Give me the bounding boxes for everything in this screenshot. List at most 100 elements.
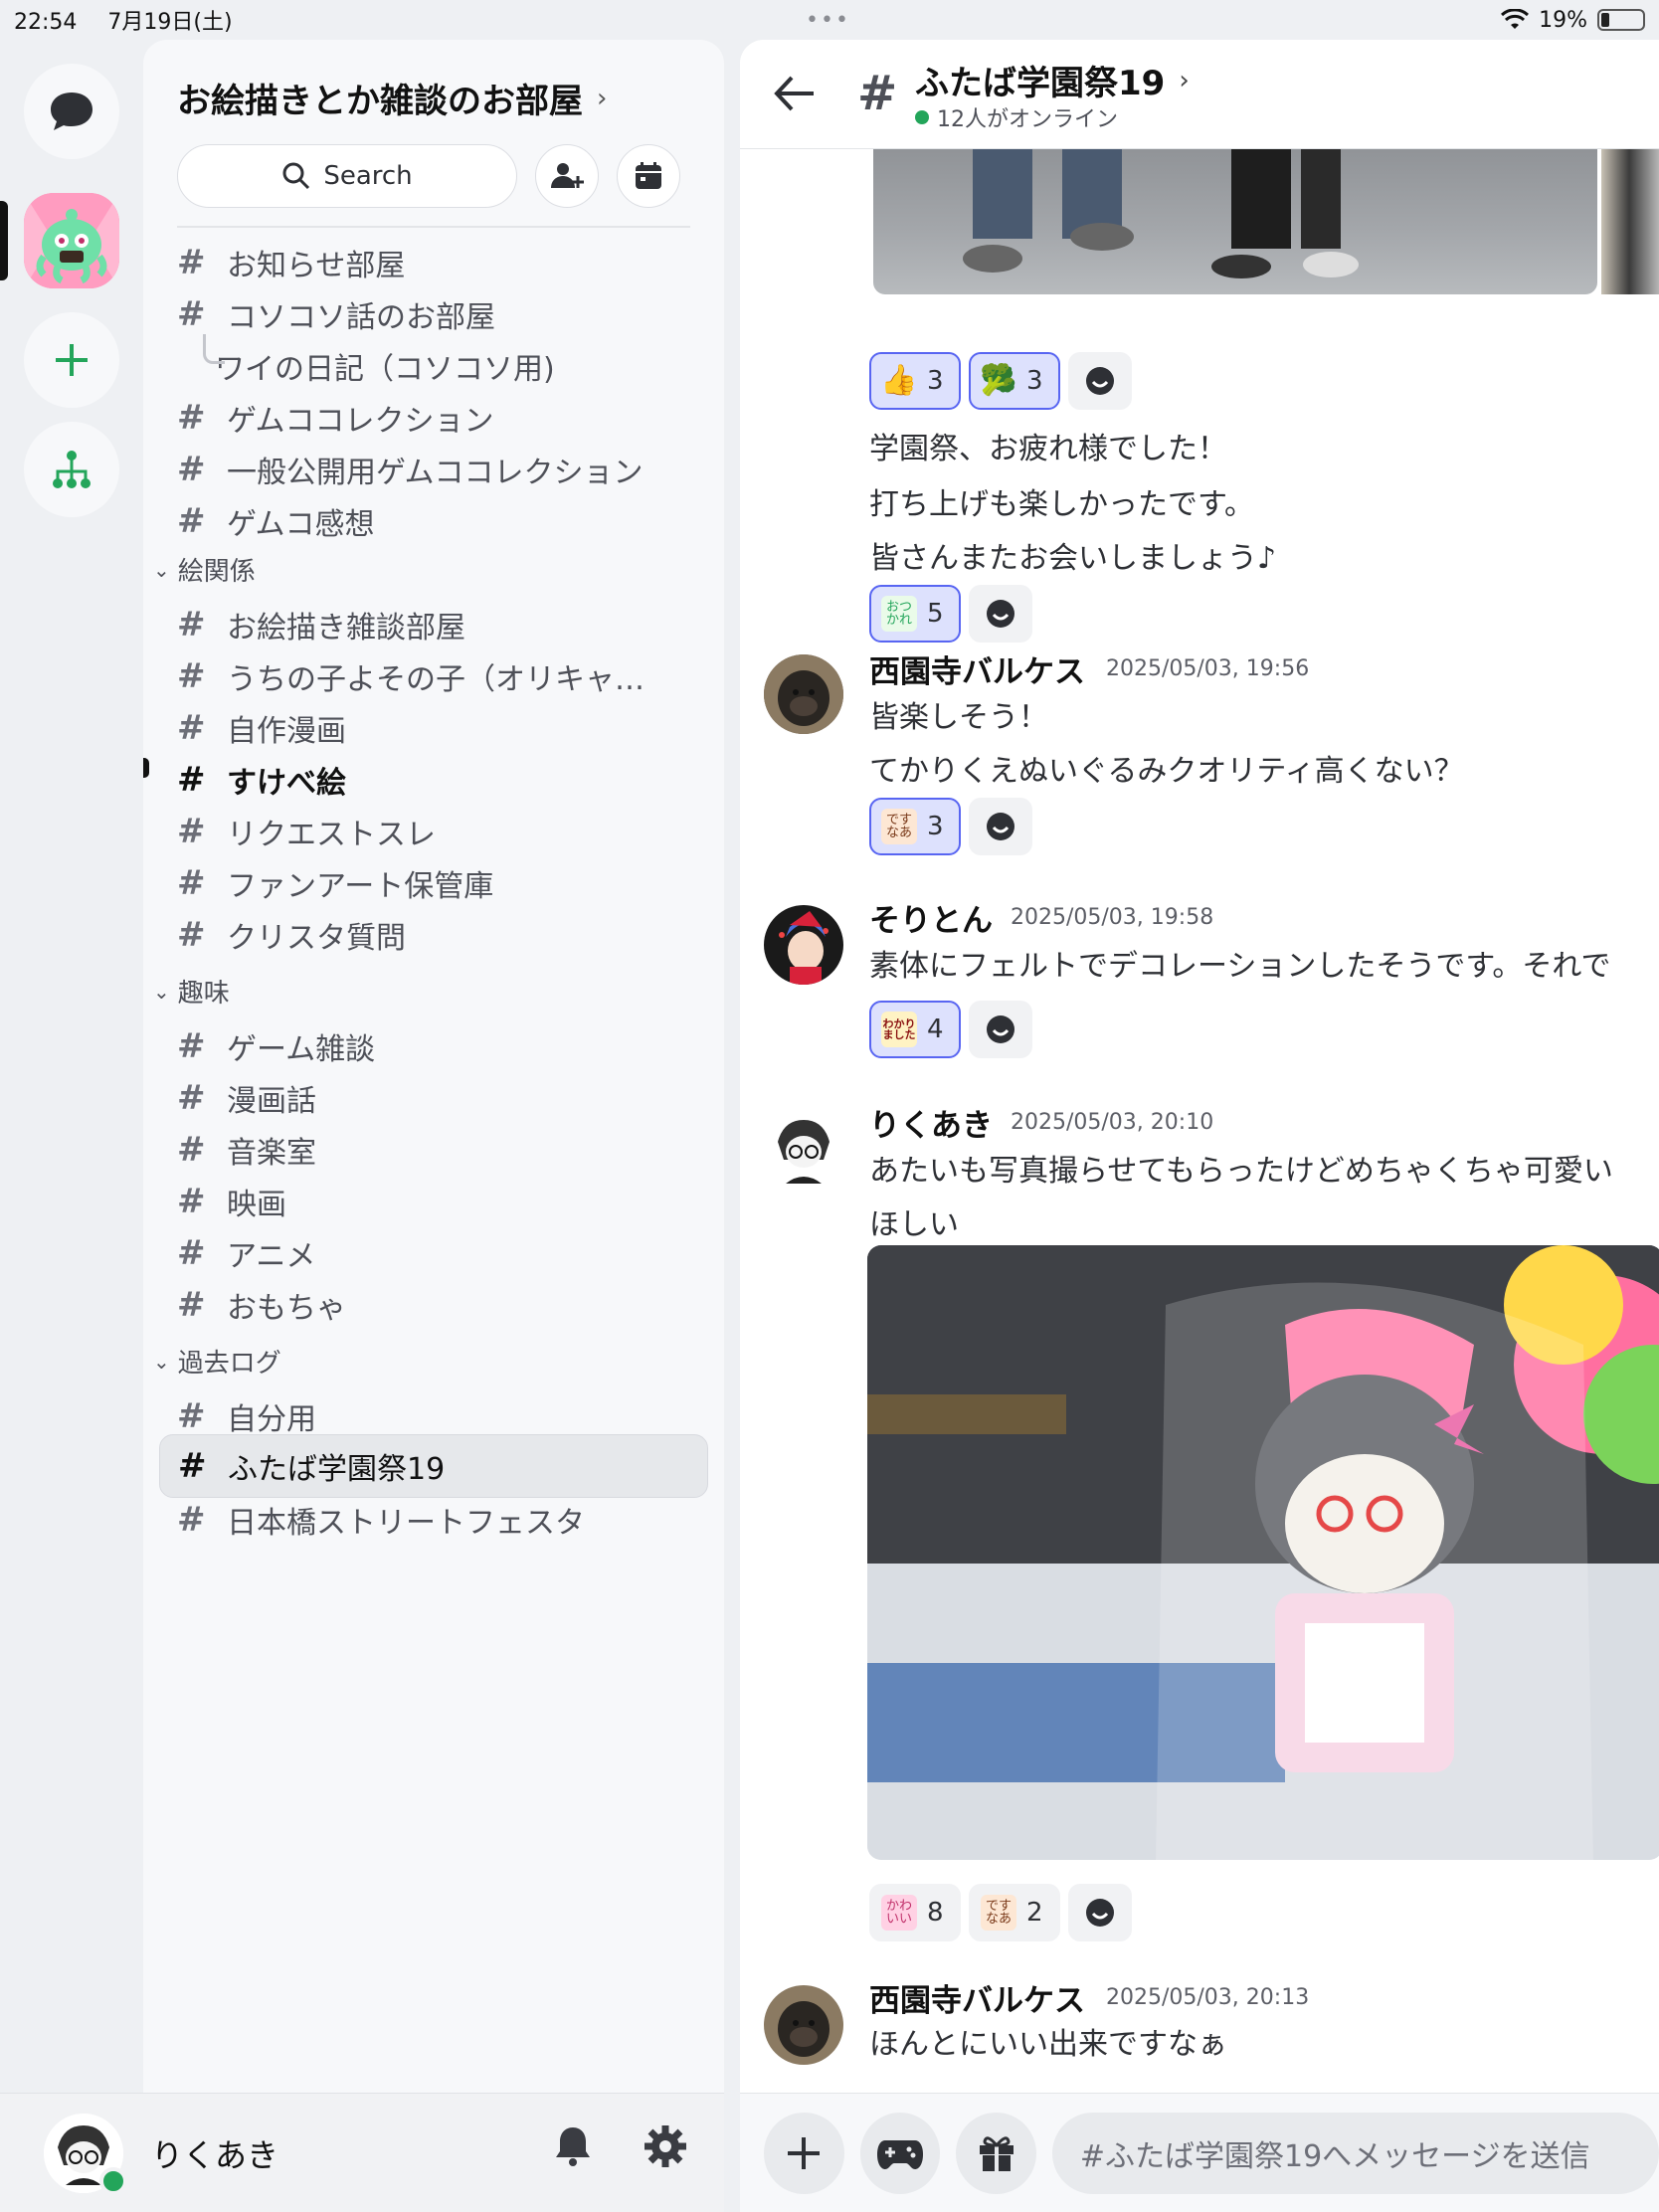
gear-icon[interactable] [643,2123,688,2169]
online-label: 12人がオンライン [937,107,1118,132]
message-text: 打ち上げも楽しかったです。 [869,487,1254,522]
channel-name: お絵描き雑談部屋 [227,611,465,645]
add-reaction-button[interactable] [969,798,1032,855]
direct-messages-button[interactable] [24,64,119,159]
attachment-image-2[interactable] [1601,149,1659,294]
battery-fill [1601,13,1609,27]
hash-lock-icon: # [177,760,206,800]
message-author[interactable]: りくあき [869,1100,993,1145]
avatar[interactable] [764,1108,843,1188]
avatar[interactable] [764,1985,843,2065]
events-button[interactable] [617,144,680,208]
channel-item[interactable]: # 日本橋ストリートフェスタ [159,1488,708,1552]
category-e-kankei[interactable]: ⌄ 絵関係 [153,551,256,588]
message-timestamp: 2025/05/03, 19:58 [1011,905,1214,930]
message-timestamp: 2025/05/03, 20:13 [1106,1985,1310,2010]
message-timestamp: 2025/05/03, 19:56 [1106,656,1310,681]
search-icon [282,162,310,190]
channel-name: 音楽室 [227,1136,316,1171]
reaction-chip[interactable]: わかりました 4 [869,1001,961,1058]
channel-title-button[interactable]: ふたば学園祭19 › [915,56,1190,104]
hash-icon: # [177,812,206,851]
reaction-chip[interactable]: ですなあ 3 [869,798,961,855]
add-person-icon [551,163,584,188]
reaction-row: ですなあ 3 [869,798,1032,855]
server-actions: Search [177,144,690,208]
plus-icon [788,2136,821,2169]
discover-button[interactable] [24,422,119,517]
reaction-count: 3 [927,366,944,396]
hash-lock-icon: # [177,1026,206,1066]
message-text: あたいも写真撮らせてもらったけどめちゃくちゃ可愛い [869,1154,1613,1189]
message-list: 👍 3 🥦 3 学園祭、お疲れ様でした！ 打ち上げも楽しかったです。 皆さんまたお会… [740,149,1659,2093]
attachment-image[interactable] [867,1245,1659,1860]
chevron-right-icon: › [1179,65,1190,95]
reaction-chip[interactable]: かわいい 8 [869,1884,961,1941]
plus-icon [56,344,88,376]
channel-name: ふたば学園祭19 [228,1452,446,1487]
attach-button[interactable] [764,2112,844,2194]
add-reaction-button[interactable] [969,585,1032,643]
message-text: 皆さんまたお会いしましょう♪ [869,541,1277,576]
reaction-emoji: 👍 [880,363,918,398]
channel-item[interactable]: # おもちゃ [159,1273,708,1337]
channel-name: お知らせ部屋 [227,249,406,283]
user-avatar[interactable] [44,2113,127,2195]
attachment-image[interactable] [873,149,1597,294]
reaction-row: おつかれ 5 [869,585,1032,643]
channel-item[interactable]: # ゲムコ感想 [159,489,708,553]
category-shumi[interactable]: ⌄ 趣味 [153,973,230,1010]
photo-legs-image [963,149,1359,278]
activities-button[interactable] [859,2112,941,2194]
server-name-button[interactable]: お絵描きとか雑談のお部屋 › [177,74,690,122]
message-text: てかりくえぬいぐるみクオリティ高くない？ [869,754,1464,789]
chat-header: # ふたば学園祭19 › 12人がオンライン [740,40,1659,149]
add-reaction-button[interactable] [969,1001,1032,1058]
hash-icon: # [177,1130,206,1170]
reaction-chip[interactable]: 👍 3 [869,352,961,410]
channel-name: コソコソ話のお部屋 [227,300,495,335]
server-icon-oekaki[interactable] [24,193,119,288]
multitask-dots[interactable]: ••• [806,8,850,33]
chat-panel: # ふたば学園祭19 › 12人がオンライン 👍 3 🥦 3 学園祭、お疲れ様でした… [740,40,1659,2212]
message-timestamp: 2025/05/03, 20:10 [1011,1110,1214,1135]
online-status-dot [99,2166,127,2195]
avatar[interactable] [764,654,843,734]
status-right: 19% [1501,8,1645,33]
reaction-chip[interactable]: おつかれ 5 [869,585,961,643]
reaction-chip[interactable]: 🥦 3 [969,352,1060,410]
hash-icon: # [177,1233,206,1273]
hash-lock-icon: # [177,915,206,955]
user-avatar-image [764,1108,843,1188]
channel-name: 一般公開用ゲムココレクション [227,456,644,490]
gift-button[interactable] [956,2112,1036,2194]
reaction-count: 2 [1026,1898,1043,1928]
status-date: 7月19日(土) [107,10,233,35]
message-input[interactable]: #ふたば学園祭19へメッセージを送信 [1051,2112,1659,2194]
hash-lock-icon: # [177,1078,206,1118]
reaction-emoji: かわいい [881,1895,917,1931]
message-author[interactable]: 西園寺バルケス [869,646,1085,691]
category-name: 過去ログ [177,1349,281,1379]
message-author[interactable]: そりとん [869,895,993,940]
search-button[interactable]: Search [177,144,517,208]
reaction-count: 3 [927,812,944,841]
reaction-count: 3 [1026,366,1043,396]
invite-members-button[interactable] [535,144,599,208]
message-author[interactable]: 西園寺バルケス [869,1975,1085,2020]
back-arrow-icon[interactable] [774,74,816,113]
message-text: 皆楽しそう！ [869,700,1048,735]
channel-item[interactable]: # クリスタ質問 [159,903,708,967]
add-server-button[interactable] [24,312,119,408]
reaction-chip[interactable]: ですなあ 2 [969,1884,1060,1941]
hash-lock-icon: # [177,863,206,903]
add-reaction-button[interactable] [1068,1884,1132,1941]
message-text: 素体にフェルトでデコレーションしたそうです。それで [869,949,1611,984]
thread-connector [203,334,225,364]
add-reaction-button[interactable] [1068,352,1132,410]
category-kako-log[interactable]: ⌄ 過去ログ [153,1343,281,1380]
bell-icon[interactable] [553,2123,593,2167]
search-label: Search [323,161,413,191]
avatar[interactable] [764,905,843,985]
channel-name: リクエストスレ [227,818,436,852]
